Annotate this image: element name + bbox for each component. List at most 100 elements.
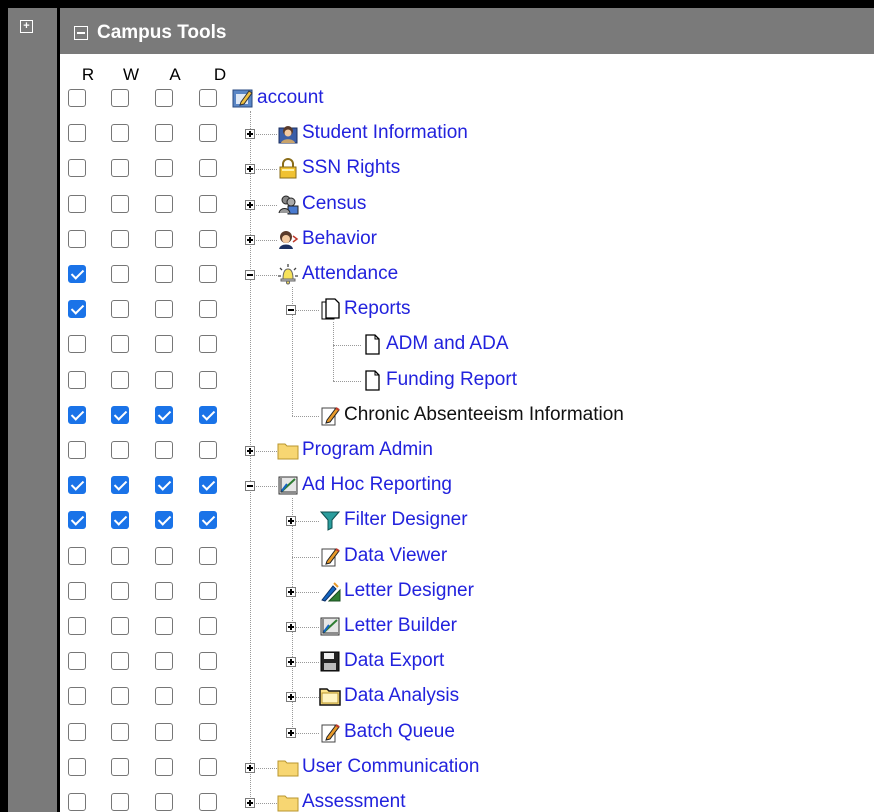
- expand-icon[interactable]: [286, 692, 296, 703]
- checkbox-read[interactable]: [68, 722, 86, 741]
- expand-icon[interactable]: [245, 234, 255, 245]
- tree-item-label[interactable]: Assessment: [302, 791, 405, 812]
- tree-item-label[interactable]: User Communication: [302, 756, 479, 778]
- checkbox-add[interactable]: [155, 229, 173, 248]
- checkbox-write[interactable]: [111, 265, 129, 283]
- collapse-icon[interactable]: [74, 26, 88, 40]
- checkbox-add[interactable]: [155, 652, 173, 671]
- tree-item-label[interactable]: Batch Queue: [344, 721, 455, 743]
- tree-item-label[interactable]: Reports: [344, 298, 411, 320]
- checkbox-write[interactable]: [111, 335, 129, 354]
- checkbox-write[interactable]: [111, 546, 129, 565]
- checkbox-delete[interactable]: [199, 194, 217, 213]
- tree-item-label[interactable]: SSN Rights: [302, 157, 400, 179]
- checkbox-write[interactable]: [111, 441, 129, 459]
- checkbox-add[interactable]: [155, 546, 173, 565]
- checkbox-add[interactable]: [155, 194, 173, 213]
- checkbox-read[interactable]: [68, 335, 86, 354]
- checkbox-add[interactable]: [155, 441, 173, 459]
- checkbox-write[interactable]: [111, 617, 129, 635]
- checkbox-delete[interactable]: [199, 757, 217, 776]
- checkbox-write[interactable]: [111, 511, 129, 530]
- expand-icon[interactable]: [245, 446, 255, 456]
- checkbox-add[interactable]: [155, 511, 173, 530]
- checkbox-add[interactable]: [155, 89, 173, 107]
- checkbox-write[interactable]: [111, 229, 129, 248]
- tree-item-label[interactable]: Attendance: [302, 263, 398, 285]
- checkbox-read[interactable]: [68, 124, 86, 143]
- checkbox-add[interactable]: [155, 793, 173, 811]
- tree-item-label[interactable]: Letter Designer: [344, 580, 474, 602]
- checkbox-read[interactable]: [68, 511, 86, 530]
- checkbox-add[interactable]: [155, 687, 173, 706]
- checkbox-write[interactable]: [111, 405, 129, 424]
- checkbox-write[interactable]: [111, 194, 129, 213]
- checkbox-delete[interactable]: [199, 265, 217, 283]
- checkbox-add[interactable]: [155, 159, 173, 178]
- tree-item-label[interactable]: Census: [302, 193, 366, 215]
- checkbox-read[interactable]: [68, 652, 86, 671]
- checkbox-write[interactable]: [111, 300, 129, 319]
- checkbox-delete[interactable]: [199, 722, 217, 741]
- expand-icon[interactable]: [286, 622, 296, 632]
- checkbox-delete[interactable]: [199, 370, 217, 389]
- checkbox-delete[interactable]: [199, 652, 217, 671]
- tree-item-label[interactable]: Funding Report: [386, 369, 517, 391]
- checkbox-delete[interactable]: [199, 511, 217, 530]
- expand-icon[interactable]: [286, 586, 296, 597]
- tree-item-label[interactable]: Ad Hoc Reporting: [302, 474, 452, 496]
- checkbox-write[interactable]: [111, 124, 129, 143]
- checkbox-delete[interactable]: [199, 793, 217, 811]
- checkbox-write[interactable]: [111, 476, 129, 495]
- checkbox-write[interactable]: [111, 89, 129, 107]
- checkbox-read[interactable]: [68, 757, 86, 776]
- tree-item-label[interactable]: Behavior: [302, 228, 377, 250]
- tree-item-label[interactable]: Data Export: [344, 650, 444, 672]
- expand-icon[interactable]: [245, 164, 255, 175]
- checkbox-add[interactable]: [155, 300, 173, 319]
- checkbox-read[interactable]: [68, 89, 86, 107]
- checkbox-read[interactable]: [68, 265, 86, 283]
- expand-icon[interactable]: [245, 762, 255, 773]
- tree-item-label[interactable]: Program Admin: [302, 439, 433, 461]
- expand-icon[interactable]: [245, 129, 255, 140]
- checkbox-delete[interactable]: [199, 546, 217, 565]
- checkbox-read[interactable]: [68, 546, 86, 565]
- checkbox-delete[interactable]: [199, 476, 217, 495]
- tree-item-label[interactable]: account: [257, 87, 324, 109]
- checkbox-read[interactable]: [68, 617, 86, 635]
- tree-item-label[interactable]: Data Analysis: [344, 685, 459, 707]
- checkbox-delete[interactable]: [199, 335, 217, 354]
- checkbox-add[interactable]: [155, 581, 173, 600]
- checkbox-write[interactable]: [111, 581, 129, 600]
- expand-icon[interactable]: [286, 516, 296, 527]
- tree-item-label[interactable]: Data Viewer: [344, 545, 447, 567]
- checkbox-delete[interactable]: [199, 159, 217, 178]
- tree-item-label[interactable]: Filter Designer: [344, 509, 468, 531]
- checkbox-read[interactable]: [68, 476, 86, 495]
- checkbox-delete[interactable]: [199, 581, 217, 600]
- checkbox-read[interactable]: [68, 793, 86, 811]
- checkbox-delete[interactable]: [199, 441, 217, 459]
- checkbox-write[interactable]: [111, 687, 129, 706]
- expand-icon[interactable]: [286, 727, 296, 738]
- checkbox-add[interactable]: [155, 476, 173, 495]
- checkbox-delete[interactable]: [199, 617, 217, 635]
- checkbox-read[interactable]: [68, 159, 86, 178]
- checkbox-read[interactable]: [68, 581, 86, 600]
- checkbox-delete[interactable]: [199, 124, 217, 143]
- collapse-icon[interactable]: [245, 270, 255, 280]
- checkbox-read[interactable]: [68, 194, 86, 213]
- checkbox-add[interactable]: [155, 405, 173, 424]
- checkbox-add[interactable]: [155, 722, 173, 741]
- checkbox-add[interactable]: [155, 265, 173, 283]
- checkbox-add[interactable]: [155, 370, 173, 389]
- tree-item-label[interactable]: Letter Builder: [344, 615, 457, 637]
- checkbox-read[interactable]: [68, 405, 86, 424]
- checkbox-add[interactable]: [155, 124, 173, 143]
- checkbox-write[interactable]: [111, 722, 129, 741]
- checkbox-read[interactable]: [68, 229, 86, 248]
- checkbox-write[interactable]: [111, 757, 129, 776]
- checkbox-write[interactable]: [111, 652, 129, 671]
- checkbox-delete[interactable]: [199, 89, 217, 107]
